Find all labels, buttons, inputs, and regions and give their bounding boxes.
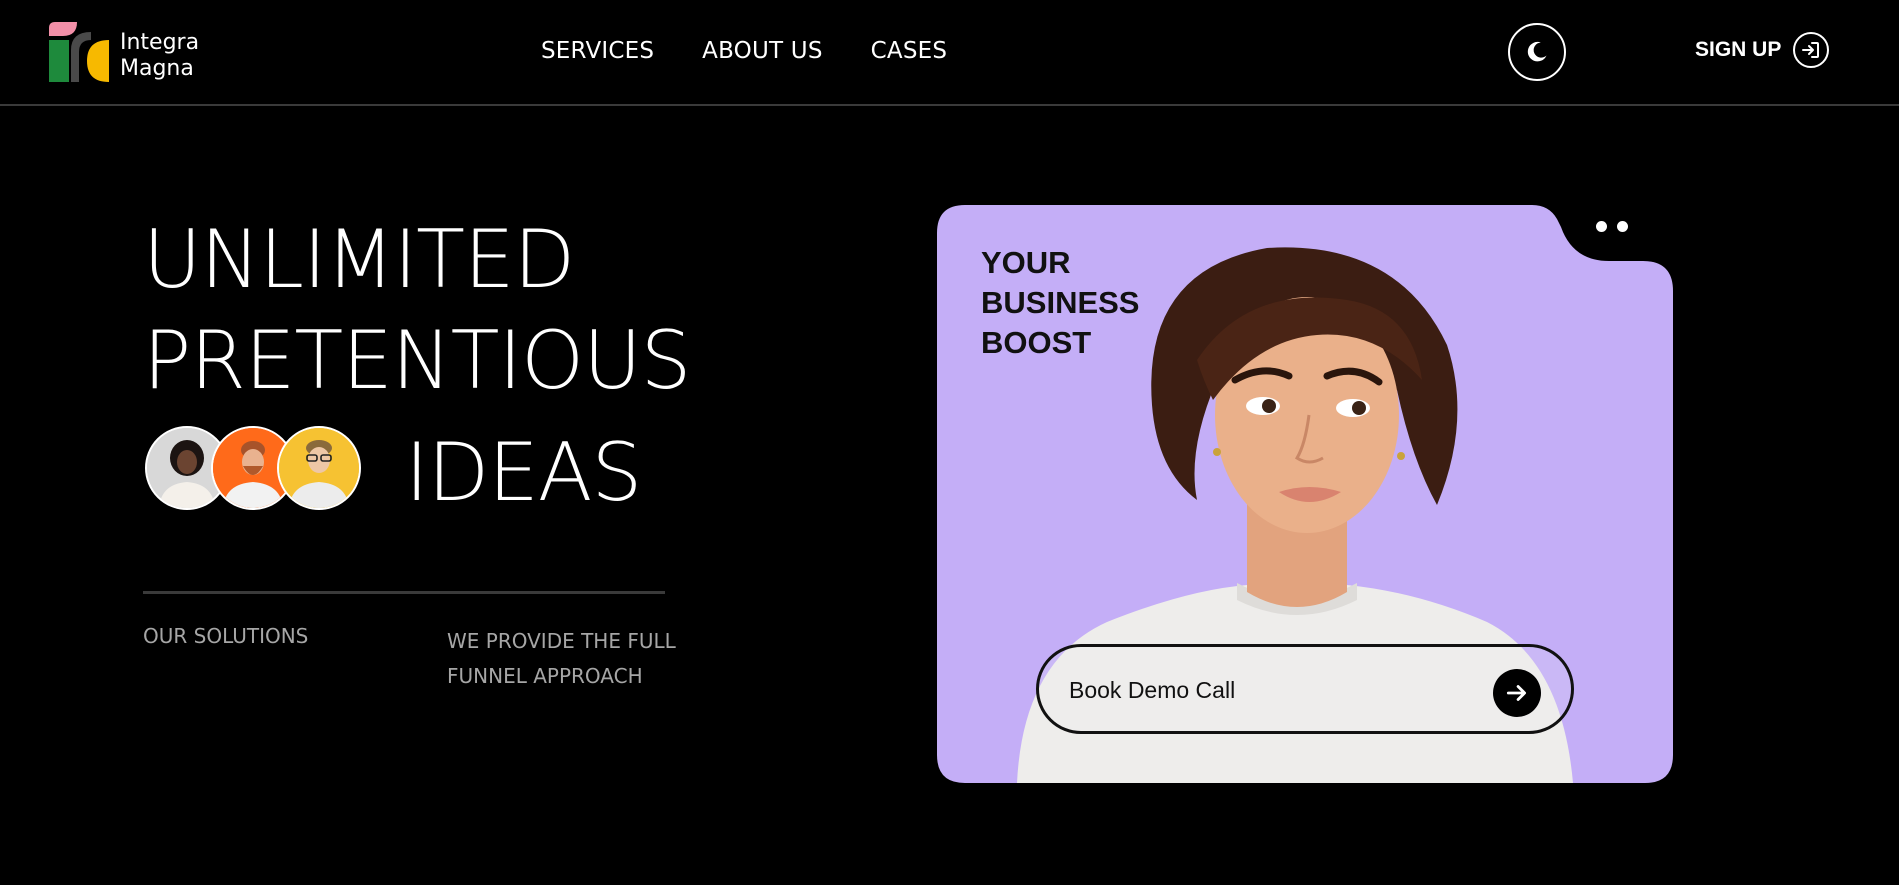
card-window-dots: [1596, 221, 1628, 232]
sign-up-button[interactable]: SIGN UP: [1695, 32, 1830, 68]
theme-toggle-button[interactable]: [1508, 23, 1566, 81]
solutions-label: OUR SOLUTIONS: [143, 624, 309, 648]
book-demo-submit-button[interactable]: [1493, 669, 1541, 717]
dot-icon: [1617, 221, 1628, 232]
nav-cases[interactable]: CASES: [871, 38, 948, 64]
integra-magna-logo[interactable]: [47, 22, 109, 84]
hero-card: YOUR BUSINESS BOOST: [937, 205, 1673, 783]
moon-icon: [1527, 41, 1547, 62]
brand-name-line2: Magna: [120, 56, 194, 81]
site-header: Integra Magna SERVICES ABOUT US CASES SI…: [0, 0, 1899, 106]
avatar: [277, 426, 361, 510]
hero-heading-line3: IDEAS: [405, 426, 642, 519]
funnel-approach-text: WE PROVIDE THE FULL FUNNEL APPROACH: [447, 629, 676, 688]
sign-in-icon: [1793, 32, 1830, 68]
nav-services[interactable]: SERVICES: [541, 38, 654, 64]
book-demo-field[interactable]: [1036, 644, 1574, 734]
main-nav: SERVICES ABOUT US CASES: [541, 38, 947, 64]
dot-icon: [1596, 221, 1607, 232]
nav-about-us[interactable]: ABOUT US: [702, 38, 822, 64]
hero-divider: [143, 591, 665, 594]
arrow-right-icon: [1506, 685, 1526, 701]
sign-up-label: SIGN UP: [1695, 38, 1782, 61]
brand-name-line1: Integra: [120, 30, 200, 55]
brand-name[interactable]: Integra Magna: [120, 30, 199, 82]
book-demo-input[interactable]: [1067, 669, 1471, 711]
hero-heading-line1: UNLIMITED: [143, 213, 575, 306]
hero-heading-line2: PRETENTIOUS: [143, 314, 691, 407]
person-avatar-icon: [279, 428, 359, 508]
